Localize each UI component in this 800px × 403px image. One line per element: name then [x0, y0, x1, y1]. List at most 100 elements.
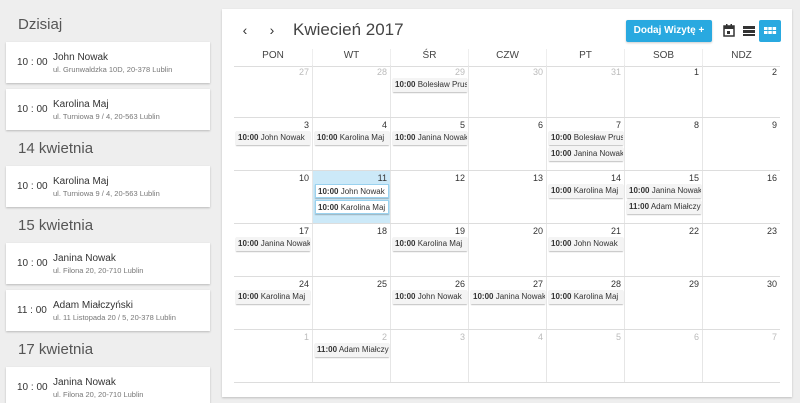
event-chip[interactable]: 10:00 Janina Nowak — [471, 290, 545, 304]
event-chip[interactable]: 10:00 Janina Nowak — [236, 237, 310, 251]
event-time: 10:00 — [395, 292, 416, 301]
day-number: 18 — [376, 226, 387, 236]
event-time: 10:00 — [318, 203, 339, 212]
event-chip[interactable]: 11:00 Adam Miałczyński — [315, 343, 389, 357]
agenda-appointment-card[interactable]: 11 : 00 Adam Miałczyński ul. 11 Listopada … — [6, 290, 210, 331]
next-month-button[interactable]: › — [265, 22, 279, 38]
day-cell[interactable]: 3 10:00 John Nowak — [234, 118, 312, 170]
appointment-info: John Nowak ul. Grunwaldzka 10D, 20-378 Lu… — [48, 51, 172, 75]
day-number: 17 — [298, 226, 309, 236]
event-chip[interactable]: 10:00 Bolesław Prus — [549, 131, 623, 145]
day-cell[interactable]: 17 10:00 Janina Nowak — [234, 224, 312, 276]
day-cell[interactable]: 19 10:00 Karolina Maj — [390, 224, 468, 276]
day-cell[interactable]: 4 10:00 Karolina Maj — [312, 118, 390, 170]
day-view-button[interactable] — [718, 20, 740, 42]
day-cell[interactable]: 16 — [702, 171, 780, 223]
day-cell[interactable]: 1 — [234, 330, 312, 382]
day-cell[interactable]: 8 — [624, 118, 702, 170]
day-cell[interactable]: 5 — [546, 330, 624, 382]
agenda-day-heading: 15 kwietnia — [18, 217, 94, 234]
day-cell[interactable]: 3 — [390, 330, 468, 382]
day-number: 4 — [381, 120, 387, 130]
day-cell[interactable]: 29 — [624, 277, 702, 329]
day-cell[interactable]: 14 10:00 Karolina Maj — [546, 171, 624, 223]
event-chip[interactable]: 10:00 Janina Nowak — [549, 147, 623, 161]
day-cell[interactable]: 30 — [468, 65, 546, 117]
day-number: 5 — [459, 120, 465, 130]
day-cell[interactable]: 27 — [234, 65, 312, 117]
day-number: 3 — [303, 120, 309, 130]
event-chip[interactable]: 10:00 John Nowak — [393, 290, 467, 304]
event-chip[interactable]: 10:00 Karolina Maj — [236, 290, 310, 304]
day-cell[interactable]: 9 — [702, 118, 780, 170]
appointment-info: Janina Nowak ul. Filona 20, 20-710 Lublin — [48, 376, 143, 400]
agenda-appointment-card[interactable]: 10 : 00 Janina Nowak ul. Filona 20, 20-710… — [6, 367, 210, 403]
appointment-time: 10 : 00 — [17, 382, 48, 393]
calendar-header: ‹ › Kwiecień 2017 Dodaj Wizytę + — [222, 9, 792, 49]
event-chip[interactable]: 10:00 Janina Nowak — [393, 131, 467, 145]
day-cell[interactable]: 21 10:00 John Nowak — [546, 224, 624, 276]
agenda-appointment-card[interactable]: 10 : 00 Karolina Maj ul. Turniowa 9 / 4, 2… — [6, 166, 210, 207]
day-cell[interactable]: 29 10:00 Bolesław Prus — [390, 65, 468, 117]
event-chip[interactable]: 11:00 Adam Miałczyński — [627, 200, 701, 214]
agenda-appointment-card[interactable]: 10 : 00 Karolina Maj ul. Turniowa 9 / 4, 2… — [6, 89, 210, 130]
day-cell[interactable]: 18 — [312, 224, 390, 276]
day-cell[interactable]: 211:00 Adam Miałczyński — [312, 330, 390, 382]
event-name: Bolesław Prus — [573, 133, 623, 142]
day-number: 25 — [376, 279, 387, 289]
event-chip[interactable]: 10:00 Karolina Maj — [315, 200, 389, 214]
add-visit-button[interactable]: Dodaj Wizytę + — [626, 20, 712, 42]
event-chip[interactable]: 10:00 John Nowak — [549, 237, 623, 251]
event-name: Karolina Maj — [260, 292, 306, 301]
day-cell[interactable]: 24 10:00 Karolina Maj — [234, 277, 312, 329]
event-name: Adam Miałczyński — [650, 202, 701, 211]
event-chip[interactable]: 10:00 John Nowak — [236, 131, 310, 145]
appointment-time: 10 : 00 — [17, 181, 48, 192]
event-chip[interactable]: 10:00 Karolina Maj — [549, 184, 623, 198]
event-chip[interactable]: 10:00 Karolina Maj — [393, 237, 467, 251]
event-name: Adam Miałczyński — [338, 345, 389, 354]
day-cell[interactable]: 13 — [468, 171, 546, 223]
day-cell[interactable]: 4 — [468, 330, 546, 382]
day-cell[interactable]: 28 — [312, 65, 390, 117]
prev-month-button[interactable]: ‹ — [238, 22, 252, 38]
day-cell[interactable]: 27 10:00 Janina Nowak — [468, 277, 546, 329]
day-cell[interactable]: 1510:00 Janina Nowak11:00 Adam Miałczyńs… — [624, 171, 702, 223]
day-cell[interactable]: 31 — [546, 65, 624, 117]
day-number: 24 — [298, 279, 309, 289]
day-cell[interactable]: 23 — [702, 224, 780, 276]
day-number: 1 — [303, 332, 309, 342]
day-cell[interactable]: 10 — [234, 171, 312, 223]
day-cell[interactable]: 26 10:00 John Nowak — [390, 277, 468, 329]
day-cell[interactable]: 7 10:00 Bolesław Prus 10:00 Janina Nowak — [546, 118, 624, 170]
event-chip[interactable]: 10:00 Karolina Maj — [315, 131, 389, 145]
patient-address: ul. Turniowa 9 / 4, 20-563 Lublin — [53, 111, 160, 121]
day-cell[interactable]: 20 — [468, 224, 546, 276]
day-cell[interactable]: 25 — [312, 277, 390, 329]
event-chip[interactable]: 10:00 Karolina Maj — [549, 290, 623, 304]
day-number: 30 — [532, 67, 543, 77]
day-cell[interactable]: 12 — [390, 171, 468, 223]
day-cell-today[interactable]: 11 10:00 John Nowak 10:00 Karolina Maj — [312, 171, 390, 223]
day-cell[interactable]: 6 — [468, 118, 546, 170]
appointment-time: 10 : 00 — [17, 104, 48, 115]
day-cell[interactable]: 6 — [624, 330, 702, 382]
day-cell[interactable]: 7 — [702, 330, 780, 382]
day-cell[interactable]: 30 — [702, 277, 780, 329]
week-view-button[interactable] — [738, 20, 760, 42]
day-cell[interactable]: 1 — [624, 65, 702, 117]
month-view-button[interactable] — [759, 20, 781, 42]
day-cell[interactable]: 22 — [624, 224, 702, 276]
agenda-appointment-card[interactable]: 10 : 00 Janina Nowak ul. Filona 20, 20-710… — [6, 243, 210, 284]
event-chip[interactable]: 10:00 Bolesław Prus — [393, 78, 467, 92]
month-title: Kwiecień 2017 — [293, 20, 404, 39]
day-cell[interactable]: 28 10:00 Karolina Maj — [546, 277, 624, 329]
day-number: 19 — [454, 226, 465, 236]
event-chip[interactable]: 10:00 Janina Nowak — [627, 184, 701, 198]
event-chip[interactable]: 10:00 John Nowak — [315, 184, 389, 198]
agenda-appointment-card[interactable]: 10 : 00 John Nowak ul. Grunwaldzka 10D, 20… — [6, 42, 210, 83]
day-cell[interactable]: 2 — [702, 65, 780, 117]
event-name: Karolina Maj — [573, 186, 619, 195]
day-number: 5 — [615, 332, 621, 342]
day-cell[interactable]: 5 10:00 Janina Nowak — [390, 118, 468, 170]
